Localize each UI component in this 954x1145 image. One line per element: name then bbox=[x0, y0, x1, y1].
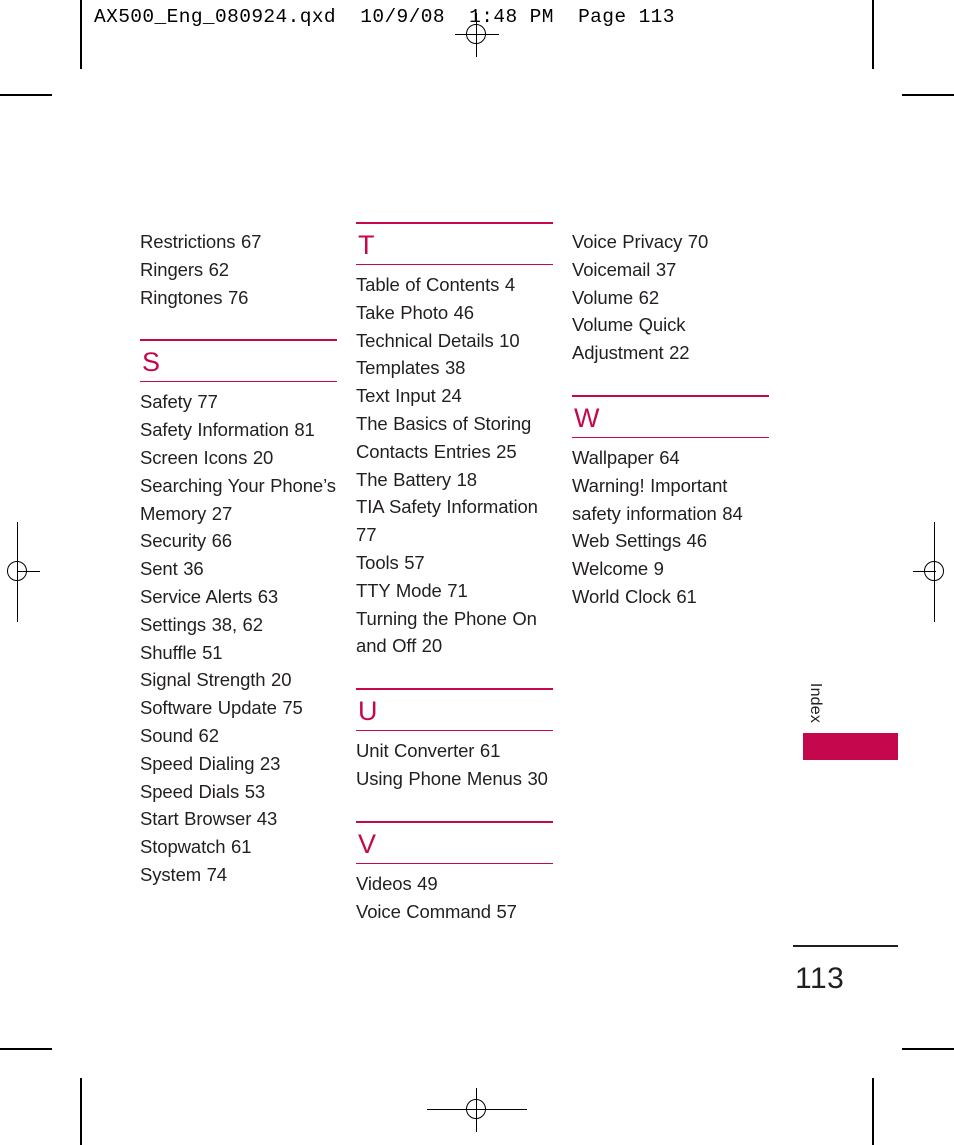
index-entry: Shuffle 51 bbox=[140, 641, 223, 663]
index-entry: Voice Privacy 70 bbox=[572, 231, 709, 252]
index-entry: Videos 49 bbox=[356, 872, 438, 894]
index-entry: Service Alerts 63 bbox=[140, 585, 279, 607]
index-entry: Welcome 9 bbox=[572, 558, 664, 580]
index-entry: Unit Converter 61 bbox=[356, 740, 501, 762]
index-entry: Safety Information 81 bbox=[140, 419, 315, 441]
index-entry-list: Videos 49 Voice Command 57 bbox=[356, 864, 553, 926]
section-letter: S bbox=[142, 347, 161, 378]
index-entry: Ringtones 76 bbox=[140, 286, 249, 308]
index-entry: Templates 38 bbox=[356, 357, 466, 379]
index-entry-list: Wallpaper 64 Warning! Important safety in… bbox=[572, 438, 769, 611]
index-entry: Restrictions 67 bbox=[140, 231, 262, 252]
index-entry: Searching Your Phone’s Memory 27 bbox=[140, 474, 336, 524]
index-entry: TTY Mode 71 bbox=[356, 579, 468, 601]
index-entry-list: Table of Contents 4 Take Photo 46 Technica… bbox=[356, 265, 553, 660]
index-entry: Tools 57 bbox=[356, 551, 425, 573]
sidebar-tab-index: Index bbox=[795, 668, 835, 738]
index-entry: Screen Icons 20 bbox=[140, 446, 274, 468]
index-entry: Voice Command 57 bbox=[356, 900, 517, 922]
index-entry-list: Voice Privacy 70 Voicemail 37 Volume 62 Vol… bbox=[572, 222, 769, 367]
index-column-1: Restrictions 67 Ringers 62 Ringtones 76 S Sa… bbox=[140, 222, 337, 889]
index-section-t: T bbox=[356, 222, 553, 265]
section-letter: T bbox=[358, 230, 375, 260]
index-entry: Text Input 24 bbox=[356, 385, 462, 407]
index-entry: World Clock 61 bbox=[572, 585, 697, 607]
index-entry: Table of Contents 4 bbox=[356, 274, 516, 295]
folio-rule bbox=[793, 945, 898, 947]
index-entry: Take Photo 46 bbox=[356, 301, 474, 323]
sidebar-tab-marker bbox=[803, 733, 898, 760]
index-entry: Stopwatch 61 bbox=[140, 836, 252, 858]
index-entry: Technical Details 10 bbox=[356, 329, 520, 351]
index-entry: Wallpaper 64 bbox=[572, 446, 680, 468]
index-entry: The Battery 18 bbox=[356, 468, 477, 490]
index-entry: Speed Dials 53 bbox=[140, 780, 266, 802]
index-entry: Software Update 75 bbox=[140, 697, 303, 719]
index-section-u: U bbox=[356, 688, 553, 732]
index-entry: Turning the Phone On and Off 20 bbox=[356, 607, 537, 657]
index-entry: TIA Safety Information 77 bbox=[356, 496, 538, 546]
index-entry: Signal Strength 20 bbox=[140, 669, 292, 691]
index-entry: System 74 bbox=[140, 863, 227, 885]
index-entry: Volume 62 bbox=[572, 286, 660, 308]
index-page: Restrictions 67 Ringers 62 Ringtones 76 S Sa… bbox=[0, 0, 954, 1145]
page-number: 113 bbox=[795, 962, 845, 995]
index-entry: Sent 36 bbox=[140, 558, 204, 580]
index-column-3: Voice Privacy 70 Voicemail 37 Volume 62 Vol… bbox=[572, 222, 769, 611]
index-entry: Warning! Important safety information 84 bbox=[572, 474, 743, 524]
section-letter: V bbox=[358, 828, 377, 859]
index-entry: The Basics of Storing Contacts Entries 2… bbox=[356, 412, 532, 462]
section-letter: W bbox=[574, 402, 600, 433]
index-entry: Sound 62 bbox=[140, 724, 219, 746]
index-section-w: W bbox=[572, 394, 769, 438]
index-entry: Ringers 62 bbox=[140, 258, 229, 280]
index-entry-list: Restrictions 67 Ringers 62 Ringtones 76 bbox=[140, 222, 337, 311]
index-entry: Using Phone Menus 30 bbox=[356, 767, 548, 789]
index-entry: Volume Quick Adjustment 22 bbox=[572, 314, 690, 364]
index-entry: Start Browser 43 bbox=[140, 808, 278, 830]
index-entry: Voicemail 37 bbox=[572, 258, 677, 280]
index-entry-list: Safety 77 Safety Information 81 Screen Ico… bbox=[140, 382, 337, 888]
index-entry: Safety 77 bbox=[140, 391, 218, 413]
index-entry: Speed Dialing 23 bbox=[140, 752, 281, 774]
index-entry: Settings 38, 62 bbox=[140, 613, 263, 635]
index-section-s: S bbox=[140, 339, 337, 383]
index-entry-list: Unit Converter 61 Using Phone Menus 30 bbox=[356, 731, 553, 793]
sidebar-tab-index-label: Index bbox=[807, 682, 825, 724]
index-section-v: V bbox=[356, 820, 553, 864]
index-column-2: T Table of Contents 4 Take Photo 46 Technic… bbox=[356, 222, 553, 925]
index-entry: Web Settings 46 bbox=[572, 530, 707, 552]
section-letter: U bbox=[358, 696, 378, 727]
index-entry: Security 66 bbox=[140, 530, 232, 552]
